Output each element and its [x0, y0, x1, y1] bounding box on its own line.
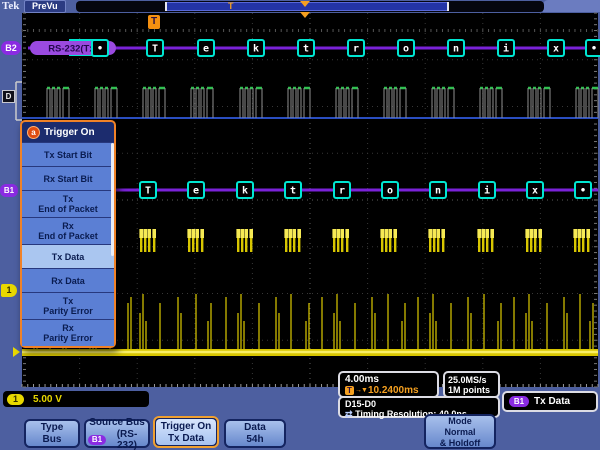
- trigger-on-menu-items: Tx Start Bit Rx Start Bit TxEnd of Packe…: [22, 142, 114, 346]
- digital-group-marker[interactable]: D: [2, 90, 15, 103]
- trigger-point-flag: T: [148, 15, 160, 29]
- digital-channels: D15-D0: [345, 399, 493, 409]
- menu-item-label2: End of Packet: [22, 231, 114, 241]
- button-value2: & Holdoff: [428, 438, 492, 448]
- multipurpose-knob-a-icon: a: [27, 126, 40, 139]
- menu-item-rx-end-of-packet[interactable]: RxEnd of Packet: [22, 217, 114, 244]
- bus-b2-marker[interactable]: B2: [1, 41, 21, 55]
- button-value: 54h: [228, 434, 282, 445]
- acquisition-readout: 25.0MS/s 1M points: [443, 371, 500, 398]
- menu-item-label2: Parity Error: [22, 333, 114, 343]
- channel1-readout: 1 5.00 V: [3, 391, 149, 407]
- button-value: Tx Data: [158, 433, 214, 444]
- menu-title: Trigger On: [44, 127, 95, 138]
- button-data[interactable]: Data54h: [224, 419, 286, 448]
- timing-resolution-icon: ⇄: [345, 409, 353, 419]
- sample-rate: 25.0MS/s: [448, 375, 495, 385]
- menu-item-tx-data[interactable]: Tx Data: [22, 244, 114, 268]
- menu-item-label: Rx: [22, 323, 114, 333]
- source-b1-badge: B1: [88, 435, 106, 445]
- menu-item-label2: Parity Error: [22, 306, 114, 316]
- tek-logo: Tek: [2, 0, 19, 13]
- trigger-position-arrow-icon: [300, 12, 310, 18]
- channel1-badge: 1: [7, 394, 24, 405]
- menu-item-rx-parity-error[interactable]: RxParity Error: [22, 319, 114, 346]
- bus-b1-badge: B1: [509, 396, 529, 407]
- record-view-strip: T: [76, 1, 544, 12]
- window-left-bracket[interactable]: [165, 2, 167, 11]
- menu-item-label: Rx Data: [22, 276, 114, 286]
- channel1-marker[interactable]: 1: [1, 284, 17, 297]
- menu-scrollbar[interactable]: [111, 143, 114, 256]
- button-source-bus[interactable]: Source Bus B1(RS-232): [84, 419, 150, 448]
- button-value: Bus: [28, 434, 76, 445]
- trigger-delay-value: 10.2400ms: [368, 385, 419, 396]
- menu-item-rx-data[interactable]: Rx Data: [22, 268, 114, 292]
- record-position-arrow-icon: [300, 1, 310, 7]
- bus-mode-label: Tx Data: [534, 396, 570, 407]
- menu-item-tx-parity-error[interactable]: TxParity Error: [22, 292, 114, 319]
- button-mode[interactable]: ModeNormal& Holdoff: [424, 414, 496, 449]
- delay-arrows-icon: →▼: [355, 385, 367, 396]
- menu-item-label: Tx: [22, 194, 114, 204]
- button-type[interactable]: TypeBus: [24, 419, 80, 448]
- menu-item-label: Tx Start Bit: [22, 150, 114, 160]
- trigger-delay-readout: T→▼10.2400ms: [345, 385, 432, 396]
- bus-b1-marker[interactable]: B1: [0, 184, 18, 197]
- channel1-ground-arrow-icon: [13, 347, 20, 357]
- record-length: 1M points: [448, 385, 495, 395]
- horizontal-scale: 4.00ms: [345, 374, 432, 385]
- menu-item-label2: End of Packet: [22, 204, 114, 214]
- button-trigger-on[interactable]: Trigger OnTx Data: [153, 416, 219, 448]
- horizontal-readout: 4.00ms T→▼10.2400ms: [338, 371, 439, 398]
- record-trigger-marker: T: [228, 1, 234, 12]
- menu-item-label: Rx Start Bit: [22, 174, 114, 184]
- menu-item-tx-start-bit[interactable]: Tx Start Bit: [22, 142, 114, 166]
- window-right-bracket[interactable]: [447, 2, 449, 11]
- button-value: Normal: [428, 427, 492, 437]
- menu-item-label: Rx: [22, 221, 114, 231]
- trigger-on-menu-header: a Trigger On: [22, 122, 114, 142]
- button-label: Trigger On: [158, 421, 214, 432]
- menu-item-label: Tx Data: [22, 252, 114, 262]
- acquisition-status: PreVu: [24, 0, 66, 13]
- button-label: Mode: [428, 416, 492, 426]
- menu-item-label: Tx: [22, 296, 114, 306]
- oscilloscope-screen: Tek PreVu T T B2 D B1 1 RS-232(Tx)•Tektr…: [0, 0, 600, 450]
- menu-item-rx-start-bit[interactable]: Rx Start Bit: [22, 166, 114, 190]
- trigger-on-menu: a Trigger On Tx Start Bit Rx Start Bit T…: [20, 120, 116, 348]
- trigger-t-icon: T: [345, 386, 354, 395]
- menu-item-tx-end-of-packet[interactable]: TxEnd of Packet: [22, 190, 114, 217]
- button-label: Data: [228, 422, 282, 433]
- button-label: Source Bus: [88, 417, 146, 428]
- button-label: Type: [28, 422, 76, 433]
- top-right-tab: [543, 0, 600, 12]
- channel1-scale: 5.00 V: [33, 394, 62, 405]
- bus-readout: B1 Tx Data: [502, 391, 598, 412]
- button-value: (RS-232): [108, 429, 146, 450]
